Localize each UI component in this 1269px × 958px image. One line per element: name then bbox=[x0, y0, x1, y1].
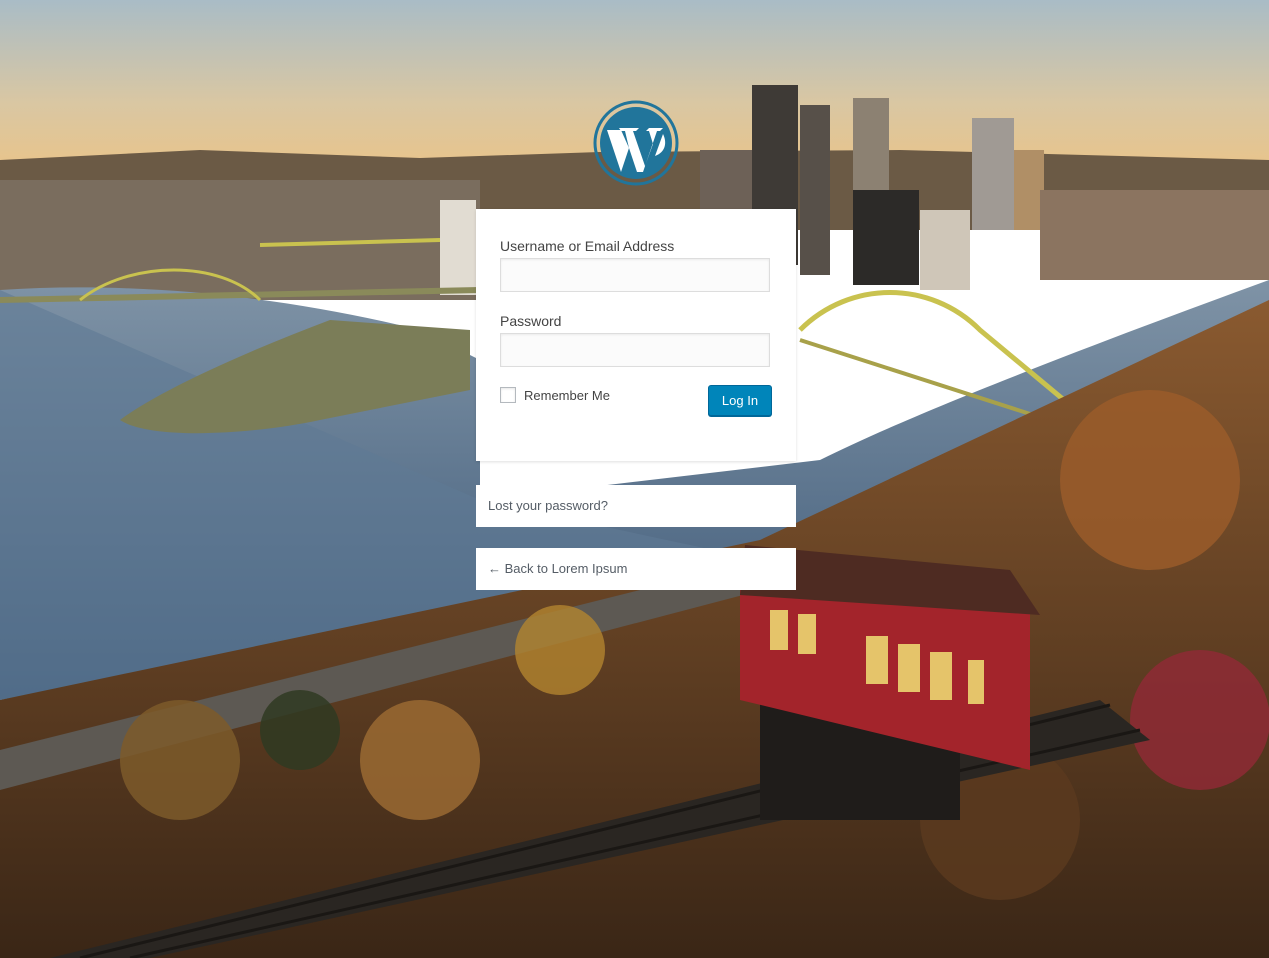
password-input[interactable] bbox=[500, 333, 770, 367]
back-to-site-link[interactable]: ← Back to Lorem Ipsum bbox=[488, 561, 627, 576]
remember-me-label[interactable]: Remember Me bbox=[524, 388, 610, 403]
lost-password-box: Lost your password? bbox=[476, 485, 796, 527]
log-in-button[interactable]: Log In bbox=[708, 385, 772, 416]
back-to-site-box: ← Back to Lorem Ipsum bbox=[476, 548, 796, 590]
username-label: Username or Email Address bbox=[500, 238, 675, 254]
login-form: Username or Email Address Password Remem… bbox=[476, 209, 796, 461]
lost-password-link[interactable]: Lost your password? bbox=[488, 498, 608, 513]
username-input[interactable] bbox=[500, 258, 770, 292]
password-label: Password bbox=[500, 313, 562, 329]
remember-me-checkbox[interactable] bbox=[500, 387, 516, 403]
remember-me-row[interactable]: Remember Me bbox=[500, 387, 610, 403]
wordpress-logo-icon[interactable] bbox=[593, 100, 679, 186]
